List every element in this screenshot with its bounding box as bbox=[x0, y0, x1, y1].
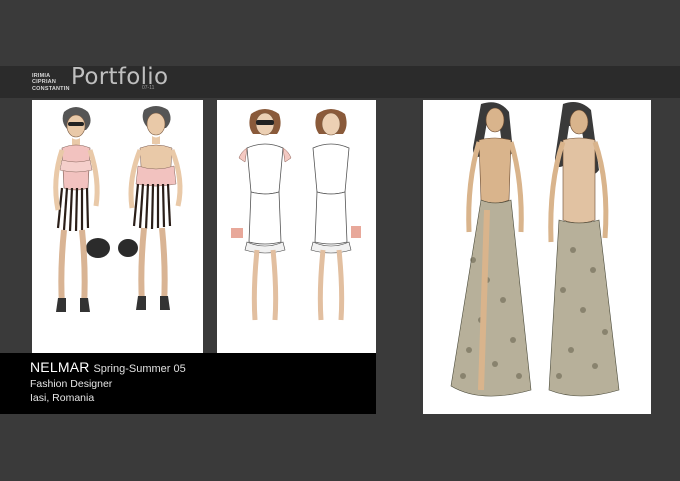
fashion-sketch-illustration bbox=[231, 109, 361, 321]
role-label: Fashion Designer bbox=[30, 378, 113, 390]
location-label: Iasi, Romania bbox=[30, 392, 95, 404]
sketch-panel-striped-dress bbox=[32, 100, 203, 353]
project-caption: NELMAR Spring-Summer 05 Fashion Designer… bbox=[0, 353, 376, 414]
sketch-panel-white-suit bbox=[217, 100, 376, 353]
sketch-panel-evening-gown bbox=[423, 100, 651, 414]
fashion-sketch-illustration bbox=[53, 106, 183, 312]
brand-name: NELMAR bbox=[30, 359, 90, 375]
fashion-sketch-illustration bbox=[450, 102, 620, 397]
portfolio-years: 07-11 bbox=[142, 85, 155, 91]
caption-title: NELMAR Spring-Summer 05 bbox=[30, 359, 186, 375]
author-line: CONSTANTIN bbox=[32, 85, 70, 92]
author-name: IRIMIA CIPRIAN CONSTANTIN bbox=[32, 73, 70, 92]
season-label: Spring-Summer 05 bbox=[93, 363, 186, 375]
